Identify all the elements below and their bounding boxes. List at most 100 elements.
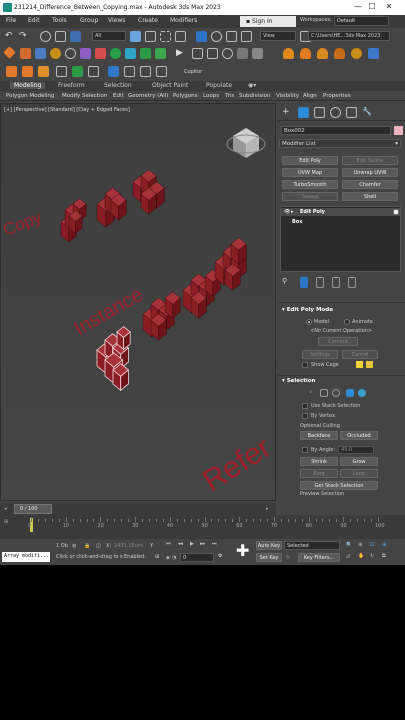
x-coordinate-value[interactable]: 2431.15um (114, 543, 143, 549)
layer-manager-icon[interactable] (22, 66, 33, 77)
ribbon-visibility[interactable]: Visibility (276, 93, 299, 99)
time-configuration-icon[interactable]: ⚙ (218, 553, 222, 559)
lock-selection-icon[interactable]: 🔒 (84, 543, 90, 549)
sign-in-button[interactable]: ▪ Sign In (240, 16, 296, 27)
unwrap-uvw-button[interactable]: Unwrap UVW (342, 168, 398, 177)
zoom-icon[interactable]: 🔍 (346, 542, 352, 548)
frame-icon[interactable] (140, 66, 151, 77)
minimize-icon[interactable]: — (352, 1, 364, 13)
ribbon-loops[interactable]: Loops (203, 93, 219, 99)
selection-filter-dropdown[interactable]: All (92, 31, 126, 41)
link-icon[interactable] (40, 31, 51, 42)
reference-coordinate-dropdown[interactable]: View (260, 31, 296, 41)
hierarchy-tab-icon[interactable] (314, 107, 325, 118)
eye-icon[interactable]: 👁 (284, 209, 290, 215)
fx-icon[interactable] (38, 66, 49, 77)
tools-icon[interactable] (56, 66, 67, 77)
play-animation-icon[interactable]: ▶ (190, 541, 194, 547)
maxscript-listener-field[interactable]: Array modifi... (2, 552, 50, 562)
project-path-field[interactable]: C:\Users\HE...3ds Max 2023 (308, 31, 390, 41)
time-config-icon[interactable]: ◔ (172, 555, 176, 561)
field-of-view-icon[interactable]: ◿ (346, 553, 350, 559)
ribbon-geometry-all[interactable]: Geometry (All) (128, 93, 168, 99)
perspective-viewport[interactable]: [+] [Perspective] [Standard] [Clay + Edg… (0, 103, 276, 501)
bind-space-warp-icon[interactable] (70, 31, 81, 42)
loop-button[interactable]: Loop (340, 469, 378, 478)
auto-key-button[interactable]: Auto Key (256, 541, 282, 550)
selection-title[interactable]: ▾ Selection (282, 378, 315, 384)
render-cloud-icon[interactable] (334, 48, 345, 59)
render-online-icon[interactable] (351, 48, 362, 59)
trackbar[interactable]: ⊞ 0 10 20 30 40 50 60 70 80 90 100 (0, 515, 405, 539)
select-move-icon[interactable] (196, 31, 207, 42)
border-mode-icon[interactable] (332, 389, 340, 397)
shrink-button[interactable]: Shrink (300, 457, 338, 466)
motion-tab-icon[interactable] (330, 107, 341, 118)
menu-create[interactable]: Create (138, 17, 158, 24)
remove-modifier-icon[interactable] (332, 277, 340, 288)
edit-poly-button[interactable]: Edit Poly (282, 156, 338, 165)
model-radio[interactable] (306, 319, 312, 325)
snap-icon[interactable] (65, 48, 76, 59)
vertex-mode-icon[interactable]: ⁘ (308, 389, 316, 397)
menu-file[interactable]: File (6, 17, 16, 24)
maximize-icon[interactable]: ☐ (366, 1, 378, 13)
expand-icon[interactable]: ▸ (291, 209, 294, 215)
settings-button[interactable]: Settings (302, 350, 338, 359)
undo-icon[interactable]: ↶ (5, 31, 16, 42)
create-tab-icon[interactable]: + (282, 107, 293, 118)
grow-button[interactable]: Grow (340, 457, 378, 466)
unlink-icon[interactable] (55, 31, 66, 42)
angle-snap-icon[interactable] (80, 48, 91, 59)
occluded-button[interactable]: Occluded (340, 431, 378, 440)
commit-button[interactable]: Commit (318, 337, 358, 346)
teapot-icon[interactable] (3, 46, 16, 59)
maximize-viewport-icon[interactable]: ⧉ (382, 553, 386, 559)
percent-snap-icon[interactable] (95, 48, 106, 59)
shell-button[interactable]: Shell (342, 192, 398, 201)
tab-modeling[interactable]: Modeling (10, 82, 46, 89)
menu-views[interactable]: Views (108, 17, 125, 24)
copitor-label[interactable]: Copitor (184, 69, 202, 75)
isolate-icon[interactable]: ◍ (72, 543, 76, 549)
ribbon-properties[interactable]: Properties (323, 93, 351, 99)
render-frame-icon[interactable] (252, 48, 263, 59)
spinner-snap-icon[interactable] (110, 48, 121, 59)
menu-tools[interactable]: Tools (52, 17, 67, 24)
set-key-button[interactable]: Set Key (256, 553, 282, 562)
key-filters-button[interactable]: Key Filters... (298, 553, 340, 562)
pan-icon[interactable]: ✋ (358, 553, 364, 559)
ribbon-tris[interactable]: Tris (225, 93, 234, 99)
go-to-start-icon[interactable]: ⏮ (166, 541, 171, 547)
layer-explorer-icon[interactable] (155, 48, 166, 59)
render-iterative-icon[interactable] (317, 48, 328, 59)
a360-icon[interactable] (368, 48, 379, 59)
object-color-swatch[interactable] (394, 126, 403, 135)
utilities-tab-icon[interactable]: 🔧 (362, 107, 373, 118)
chamfer-button[interactable]: Chamfer (342, 180, 398, 189)
zoom-extents-icon[interactable]: ⊡ (370, 542, 374, 548)
show-cage-checkbox[interactable] (302, 362, 308, 368)
ring-button[interactable]: Ring (300, 469, 338, 478)
zoom-extents-all-icon[interactable]: ⊞ (382, 542, 386, 548)
angle-spinner[interactable]: 45.0 (338, 446, 374, 454)
sweep-button[interactable]: Sweep (282, 192, 338, 201)
workspaces-dropdown[interactable]: Default (334, 16, 389, 26)
render-active-icon[interactable] (300, 48, 311, 59)
polygon-mode-icon[interactable] (346, 389, 354, 397)
turbosmooth-button[interactable]: TurboSmooth (282, 180, 338, 189)
use-stack-selection-checkbox[interactable] (302, 403, 308, 409)
time-slider-prev-icon[interactable]: ◂ (4, 506, 7, 512)
grid-icon[interactable]: ⊞ (155, 554, 159, 560)
crop-icon[interactable] (124, 66, 135, 77)
scene-explorer-icon[interactable] (6, 66, 17, 77)
placement-icon[interactable] (241, 31, 252, 42)
play-icon[interactable]: ▶ (176, 48, 187, 59)
key-selection-dropdown[interactable]: Selected (284, 541, 340, 550)
close-icon[interactable]: ✕ (383, 1, 395, 13)
key-mode-icon[interactable]: ◈ (166, 555, 170, 561)
by-vertex-checkbox[interactable] (302, 413, 308, 419)
select-object-icon[interactable] (130, 31, 141, 42)
add-key-icon[interactable]: ✚ (236, 543, 249, 559)
region-select-icon[interactable] (160, 31, 171, 42)
